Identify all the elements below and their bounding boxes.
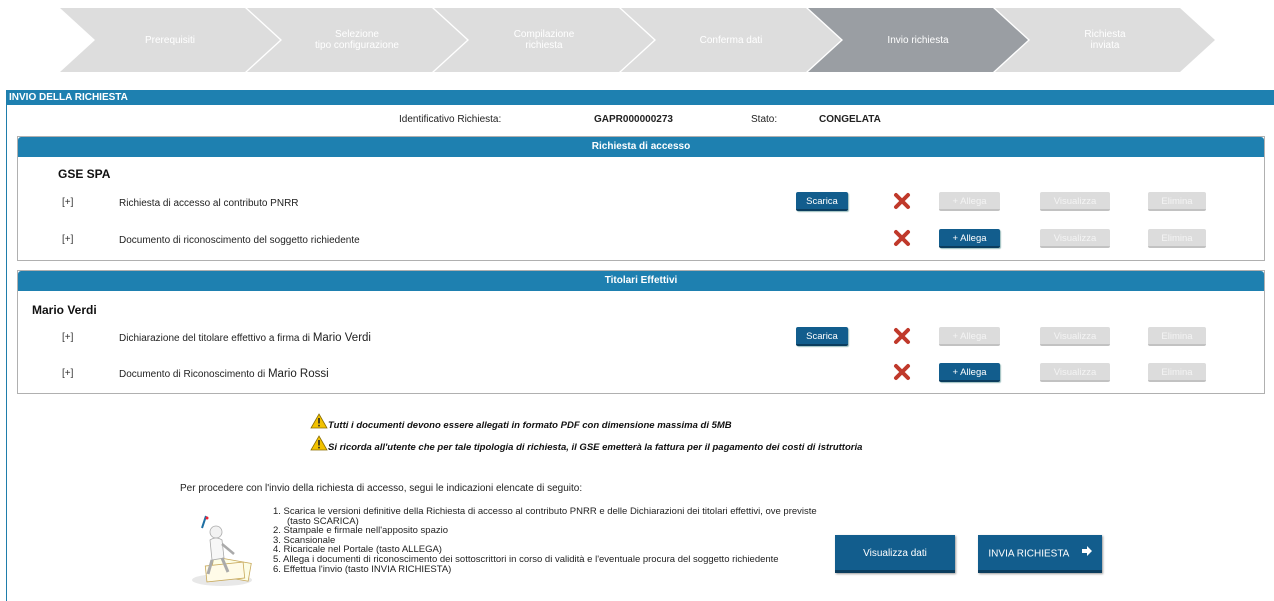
- wizard-step-label: Richiesta inviata: [1084, 29, 1126, 51]
- request-id-label: Identificativo Richiesta:: [399, 114, 502, 125]
- wizard-steps: Prerequisiti Selezione tipo configurazio…: [60, 8, 1220, 72]
- document-row: [+] Dichiarazione del titolare effettivo…: [18, 327, 1264, 349]
- delete-button[interactable]: Elimina: [1148, 229, 1206, 248]
- document-name-text: Dichiarazione del titolare effettivo a f…: [119, 333, 313, 344]
- owner-name: Mario Verdi: [32, 303, 97, 317]
- panel-title: Richiesta di accesso: [18, 137, 1264, 157]
- instruction-step: 2. Stampale e firmale nell'apposito spaz…: [273, 525, 449, 537]
- arrow-right-icon: [1081, 535, 1092, 573]
- attach-button[interactable]: + Allega: [939, 192, 1000, 211]
- request-id-value: GAPR000000273: [594, 114, 673, 125]
- document-name: Documento di Riconoscimento di Mario Ros…: [119, 368, 329, 380]
- document-name: Richiesta di accesso al contributo PNRR: [119, 197, 299, 209]
- view-button[interactable]: Visualizza: [1040, 229, 1110, 248]
- status-label: Stato:: [751, 114, 778, 125]
- view-button[interactable]: Visualizza: [1040, 192, 1110, 211]
- access-request-panel: Richiesta di accesso GSE SPA [+] Richies…: [17, 136, 1265, 261]
- warning-text: Tutti i documenti devono essere allegati…: [328, 420, 732, 431]
- download-button[interactable]: Scarica: [796, 327, 848, 346]
- document-name-text: Documento di riconoscimento del soggetto…: [119, 235, 360, 246]
- attach-button[interactable]: + Allega: [939, 363, 1000, 382]
- expand-toggle[interactable]: [+]: [62, 332, 73, 343]
- delete-x-icon[interactable]: [893, 192, 911, 210]
- person-with-documents-illustration: [192, 515, 252, 586]
- instruction-step: 1. Scarica le versioni definitive della …: [273, 506, 817, 527]
- instructions-intro: Per procedere con l'invio della richiest…: [180, 483, 583, 494]
- request-id-row: Identificativo Richiesta: GAPR000000273 …: [7, 114, 1267, 128]
- view-button[interactable]: Visualizza: [1040, 363, 1110, 382]
- wizard-step-label: Selezione tipo configurazione: [315, 29, 399, 51]
- download-button[interactable]: Scarica: [796, 192, 848, 211]
- wizard-step-label: Conferma dati: [699, 34, 763, 46]
- document-row: [+] Documento di Riconoscimento di Mario…: [18, 363, 1264, 385]
- document-name-person: Mario Rossi: [267, 368, 329, 380]
- expand-toggle[interactable]: [+]: [62, 197, 73, 208]
- document-name-person: Mario Verdi: [312, 332, 371, 344]
- delete-button[interactable]: Elimina: [1148, 327, 1206, 346]
- document-row: [+] Richiesta di accesso al contributo P…: [18, 192, 1264, 214]
- beneficial-owners-panel: Titolari Effettivi Mario Verdi [+] Dichi…: [17, 270, 1265, 394]
- document-name-text: Richiesta di accesso al contributo PNRR: [119, 198, 299, 209]
- delete-x-icon[interactable]: [893, 363, 911, 381]
- view-button[interactable]: Visualizza: [1040, 327, 1110, 346]
- submit-request-label: INVIA RICHIESTA: [988, 548, 1069, 560]
- wizard-step-label: Compilazione richiesta: [513, 29, 575, 51]
- document-row: [+] Documento di riconoscimento del sogg…: [18, 229, 1264, 251]
- delete-button[interactable]: Elimina: [1148, 363, 1206, 382]
- view-data-button[interactable]: Visualizza dati: [835, 535, 955, 573]
- expand-toggle[interactable]: [+]: [62, 368, 73, 379]
- instructions-list: 1. Scarica le versioni definitive della …: [273, 507, 833, 574]
- main-section: INVIO DELLA RICHIESTA Identificativo Ric…: [6, 90, 1274, 601]
- attach-button[interactable]: + Allega: [939, 327, 1000, 346]
- warning-icon: [310, 413, 328, 429]
- wizard-step-inviata: Richiesta inviata: [995, 8, 1215, 72]
- warning-text: Si ricorda all'utente che per tale tipol…: [328, 442, 863, 453]
- warning-icon: [310, 435, 328, 451]
- delete-x-icon[interactable]: [893, 327, 911, 345]
- owner-name: GSE SPA: [58, 167, 111, 181]
- instruction-step: 6. Effettua l'invio (tasto INVIA RICHIES…: [273, 563, 452, 575]
- delete-x-icon[interactable]: [893, 229, 911, 247]
- status-value: CONGELATA: [819, 114, 881, 125]
- attach-button[interactable]: + Allega: [939, 229, 1000, 248]
- wizard-step-label: Invio richiesta: [887, 34, 949, 46]
- delete-button[interactable]: Elimina: [1148, 192, 1206, 211]
- wizard-step-label: Prerequisiti: [144, 34, 196, 46]
- expand-toggle[interactable]: [+]: [62, 234, 73, 245]
- section-title: INVIO DELLA RICHIESTA: [7, 90, 1274, 105]
- document-name: Documento di riconoscimento del soggetto…: [119, 234, 360, 246]
- panel-title: Titolari Effettivi: [18, 271, 1264, 291]
- document-name: Dichiarazione del titolare effettivo a f…: [119, 332, 371, 344]
- document-name-text: Documento di Riconoscimento di: [119, 369, 268, 380]
- submit-request-button[interactable]: INVIA RICHIESTA: [978, 535, 1102, 573]
